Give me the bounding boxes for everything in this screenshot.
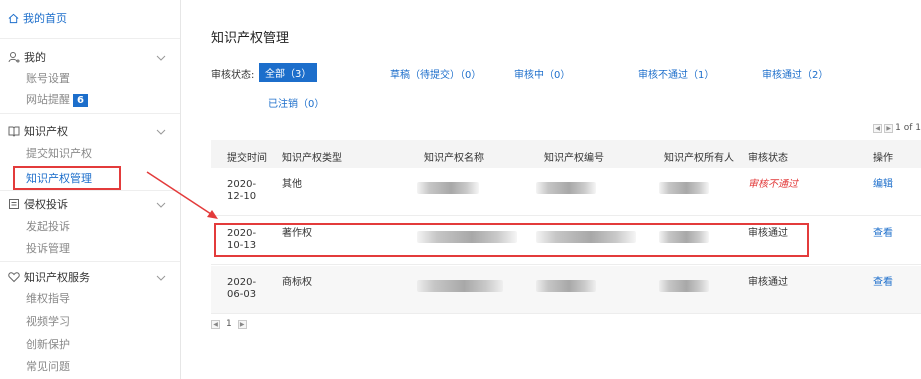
annotation-box-row bbox=[214, 223, 809, 257]
column-header-ip-owner: 知识产权所有人 bbox=[664, 153, 734, 164]
sidebar-section-ip-services[interactable]: 知识产权服务 bbox=[8, 269, 90, 285]
annotation-box-sidebar bbox=[13, 166, 121, 190]
pagination-top: ◀ ▶ 1 of 1 bbox=[873, 123, 921, 133]
view-link[interactable]: 查看 bbox=[873, 228, 893, 240]
column-header-ip-number: 知识产权编号 bbox=[544, 153, 604, 164]
cell-submit-time: 2020-06-03 bbox=[227, 277, 257, 300]
sidebar-item-video-learning[interactable]: 视频学习 bbox=[26, 313, 70, 329]
chevron-down-icon[interactable] bbox=[156, 129, 166, 135]
column-header-actions: 操作 bbox=[873, 153, 893, 164]
sidebar-section-title: 侵权投诉 bbox=[24, 198, 68, 211]
sidebar-item-rights-guide[interactable]: 维权指导 bbox=[26, 290, 70, 306]
cell-ip-type: 其他 bbox=[282, 179, 302, 190]
divider bbox=[0, 38, 180, 39]
divider bbox=[0, 261, 180, 262]
sidebar-item-faq[interactable]: 常见问题 bbox=[26, 358, 70, 374]
view-link[interactable]: 查看 bbox=[873, 277, 893, 289]
app-root: 我的首页 我的 账号设置 网站提醒 6 知识产权 提交知识产权 知识产权管理 侵权… bbox=[0, 0, 921, 379]
next-page-button[interactable]: ▶ bbox=[884, 123, 894, 133]
redacted-ip-owner bbox=[659, 280, 709, 292]
filter-draft[interactable]: 草稿（待提交）（0） bbox=[390, 66, 481, 81]
home-icon bbox=[8, 13, 19, 23]
column-header-ip-name: 知识产权名称 bbox=[424, 153, 484, 164]
main-content: 知识产权管理 审核状态: 全部（3） 草稿（待提交）（0） 审核中（0） 审核不… bbox=[181, 0, 921, 379]
sidebar-item-label: 网站提醒 bbox=[26, 93, 70, 106]
page-title: 知识产权管理 bbox=[211, 31, 290, 46]
redacted-ip-owner bbox=[659, 182, 709, 194]
cell-review-status: 审核通过 bbox=[748, 277, 788, 288]
sidebar-item-account-settings[interactable]: 账号设置 bbox=[26, 70, 70, 86]
alert-count-badge: 6 bbox=[73, 94, 88, 107]
current-page[interactable]: 1 bbox=[226, 319, 232, 329]
column-header-review-status: 审核状态 bbox=[748, 153, 788, 164]
sidebar-section-ip[interactable]: 知识产权 bbox=[8, 123, 68, 139]
prev-page-button[interactable]: ◀ bbox=[873, 123, 883, 133]
divider bbox=[0, 113, 180, 114]
prev-page-button[interactable]: ◀ bbox=[211, 319, 220, 329]
page-indicator: 1 of 1 bbox=[895, 123, 921, 133]
sidebar-item-complaint-management[interactable]: 投诉管理 bbox=[26, 240, 70, 256]
sidebar-home-label: 我的首页 bbox=[23, 12, 67, 25]
redacted-ip-name bbox=[417, 280, 503, 292]
book-icon bbox=[8, 126, 20, 137]
user-icon bbox=[8, 52, 20, 63]
table-row: 2020-12-10 其他 审核不通过 编辑 bbox=[211, 168, 921, 216]
redacted-ip-number bbox=[536, 280, 596, 292]
sidebar-item-site-alerts[interactable]: 网站提醒 6 bbox=[26, 91, 88, 107]
sidebar-section-title: 知识产权服务 bbox=[24, 271, 90, 284]
column-header-ip-type: 知识产权类型 bbox=[282, 153, 342, 164]
sidebar-item-innovation-protection[interactable]: 创新保护 bbox=[26, 336, 70, 352]
sidebar-home-link[interactable]: 我的首页 bbox=[8, 10, 67, 26]
sidebar-item-submit-ip[interactable]: 提交知识产权 bbox=[26, 145, 92, 161]
chevron-down-icon[interactable] bbox=[156, 202, 166, 208]
column-header-submit-time: 提交时间 bbox=[227, 153, 267, 164]
redacted-ip-name bbox=[417, 182, 479, 194]
sidebar-section-complaints[interactable]: 侵权投诉 bbox=[8, 196, 68, 212]
filter-all[interactable]: 全部（3） bbox=[259, 63, 318, 82]
table-header: 提交时间 知识产权类型 知识产权名称 知识产权编号 知识产权所有人 审核状态 操… bbox=[211, 140, 921, 168]
sidebar-section-title: 我的 bbox=[24, 51, 46, 64]
filter-rejected[interactable]: 审核不通过（1） bbox=[638, 66, 714, 81]
redacted-ip-number bbox=[536, 182, 596, 194]
sidebar-item-file-complaint[interactable]: 发起投诉 bbox=[26, 218, 70, 234]
cell-review-status: 审核不通过 bbox=[748, 179, 798, 190]
filter-cancelled[interactable]: 已注销（0） bbox=[268, 95, 324, 110]
chevron-down-icon[interactable] bbox=[156, 275, 166, 281]
chevron-down-icon[interactable] bbox=[156, 55, 166, 61]
document-icon bbox=[9, 199, 19, 209]
filter-reviewing[interactable]: 审核中（0） bbox=[514, 66, 570, 81]
sidebar-section-title: 知识产权 bbox=[24, 125, 68, 138]
filter-label: 审核状态: bbox=[211, 70, 255, 81]
pagination-bottom: ◀ 1 ▶ bbox=[211, 319, 247, 329]
edit-link[interactable]: 编辑 bbox=[873, 179, 893, 191]
heart-icon bbox=[8, 272, 20, 283]
divider bbox=[0, 190, 180, 191]
next-page-button[interactable]: ▶ bbox=[237, 319, 247, 329]
filter-approved[interactable]: 审核通过（2） bbox=[762, 66, 828, 81]
cell-submit-time: 2020-12-10 bbox=[227, 179, 257, 202]
table-row: 2020-06-03 商标权 审核通过 查看 bbox=[211, 266, 921, 314]
cell-ip-type: 商标权 bbox=[282, 277, 312, 288]
sidebar-section-mine[interactable]: 我的 bbox=[8, 49, 46, 65]
